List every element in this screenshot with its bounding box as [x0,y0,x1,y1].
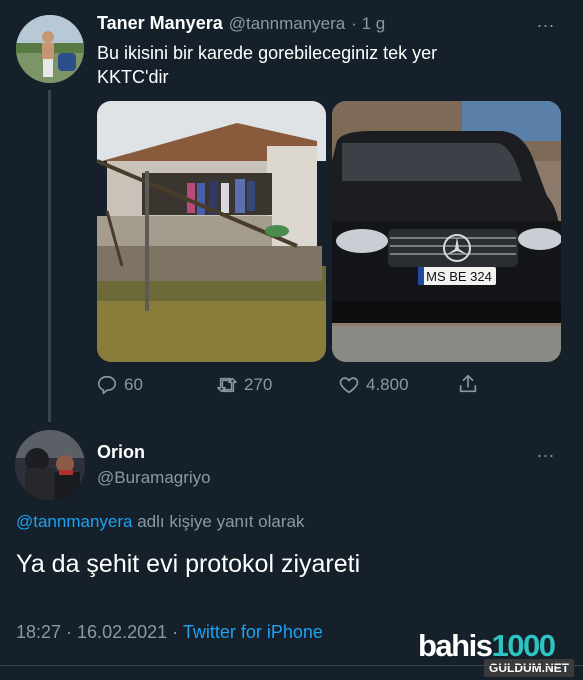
bottom-divider [0,665,583,666]
like-button[interactable]: 4.800 [338,374,409,396]
share-icon [459,374,477,393]
author-name[interactable]: Taner Manyera [97,13,223,34]
license-plate: MS BE 324 [426,269,492,284]
guldum-watermark: GULDUM.NET [484,659,574,677]
reply-author-avatar[interactable] [15,430,85,500]
retweet-count: 270 [244,375,273,394]
reply-count: 60 [124,375,143,394]
reply-timestamp[interactable]: 18:27 · 16.02.2021 · [16,622,183,642]
reply-text: Ya da şehit evi protokol ziyareti [16,550,361,578]
tweet-text: Bu ikisini bir karede gorebileceginiz te… [97,41,557,89]
reply-author-handle[interactable]: @Buramagriyo [97,468,211,488]
reply-source[interactable]: Twitter for iPhone [183,622,323,642]
reply-icon [97,375,117,395]
author-avatar[interactable] [16,15,84,83]
replying-to: @tannmanyera adlı kişiye yanıt olarak [16,512,304,532]
tweet-text-line-1: Bu ikisini bir karede gorebileceginiz te… [97,43,438,63]
more-icon[interactable]: ... [537,11,555,32]
reply-more-icon[interactable]: ... [537,441,555,462]
author-handle[interactable]: @tannmanyera [229,14,346,34]
tweet-text-line-2: KKTC'dir [97,67,169,87]
retweet-button[interactable]: 270 [216,374,272,396]
share-button[interactable] [457,373,479,395]
tweet-image-car[interactable]: MS BE 324 [332,101,561,362]
replying-to-label: adlı kişiye yanıt olarak [132,512,305,531]
like-count: 4.800 [366,375,409,394]
reply-author-name[interactable]: Orion [97,442,145,463]
retweet-icon [217,377,237,393]
reply-meta: 18:27 · 16.02.2021 · Twitter for iPhone [16,622,323,643]
tweet-image-house[interactable] [97,101,326,362]
tweet-time[interactable]: · 1 g [351,14,385,34]
reply-button[interactable]: 60 [96,374,143,396]
replying-to-handle[interactable]: @tannmanyera [16,512,133,531]
like-icon [339,377,359,394]
thread-connector-line [48,90,51,422]
